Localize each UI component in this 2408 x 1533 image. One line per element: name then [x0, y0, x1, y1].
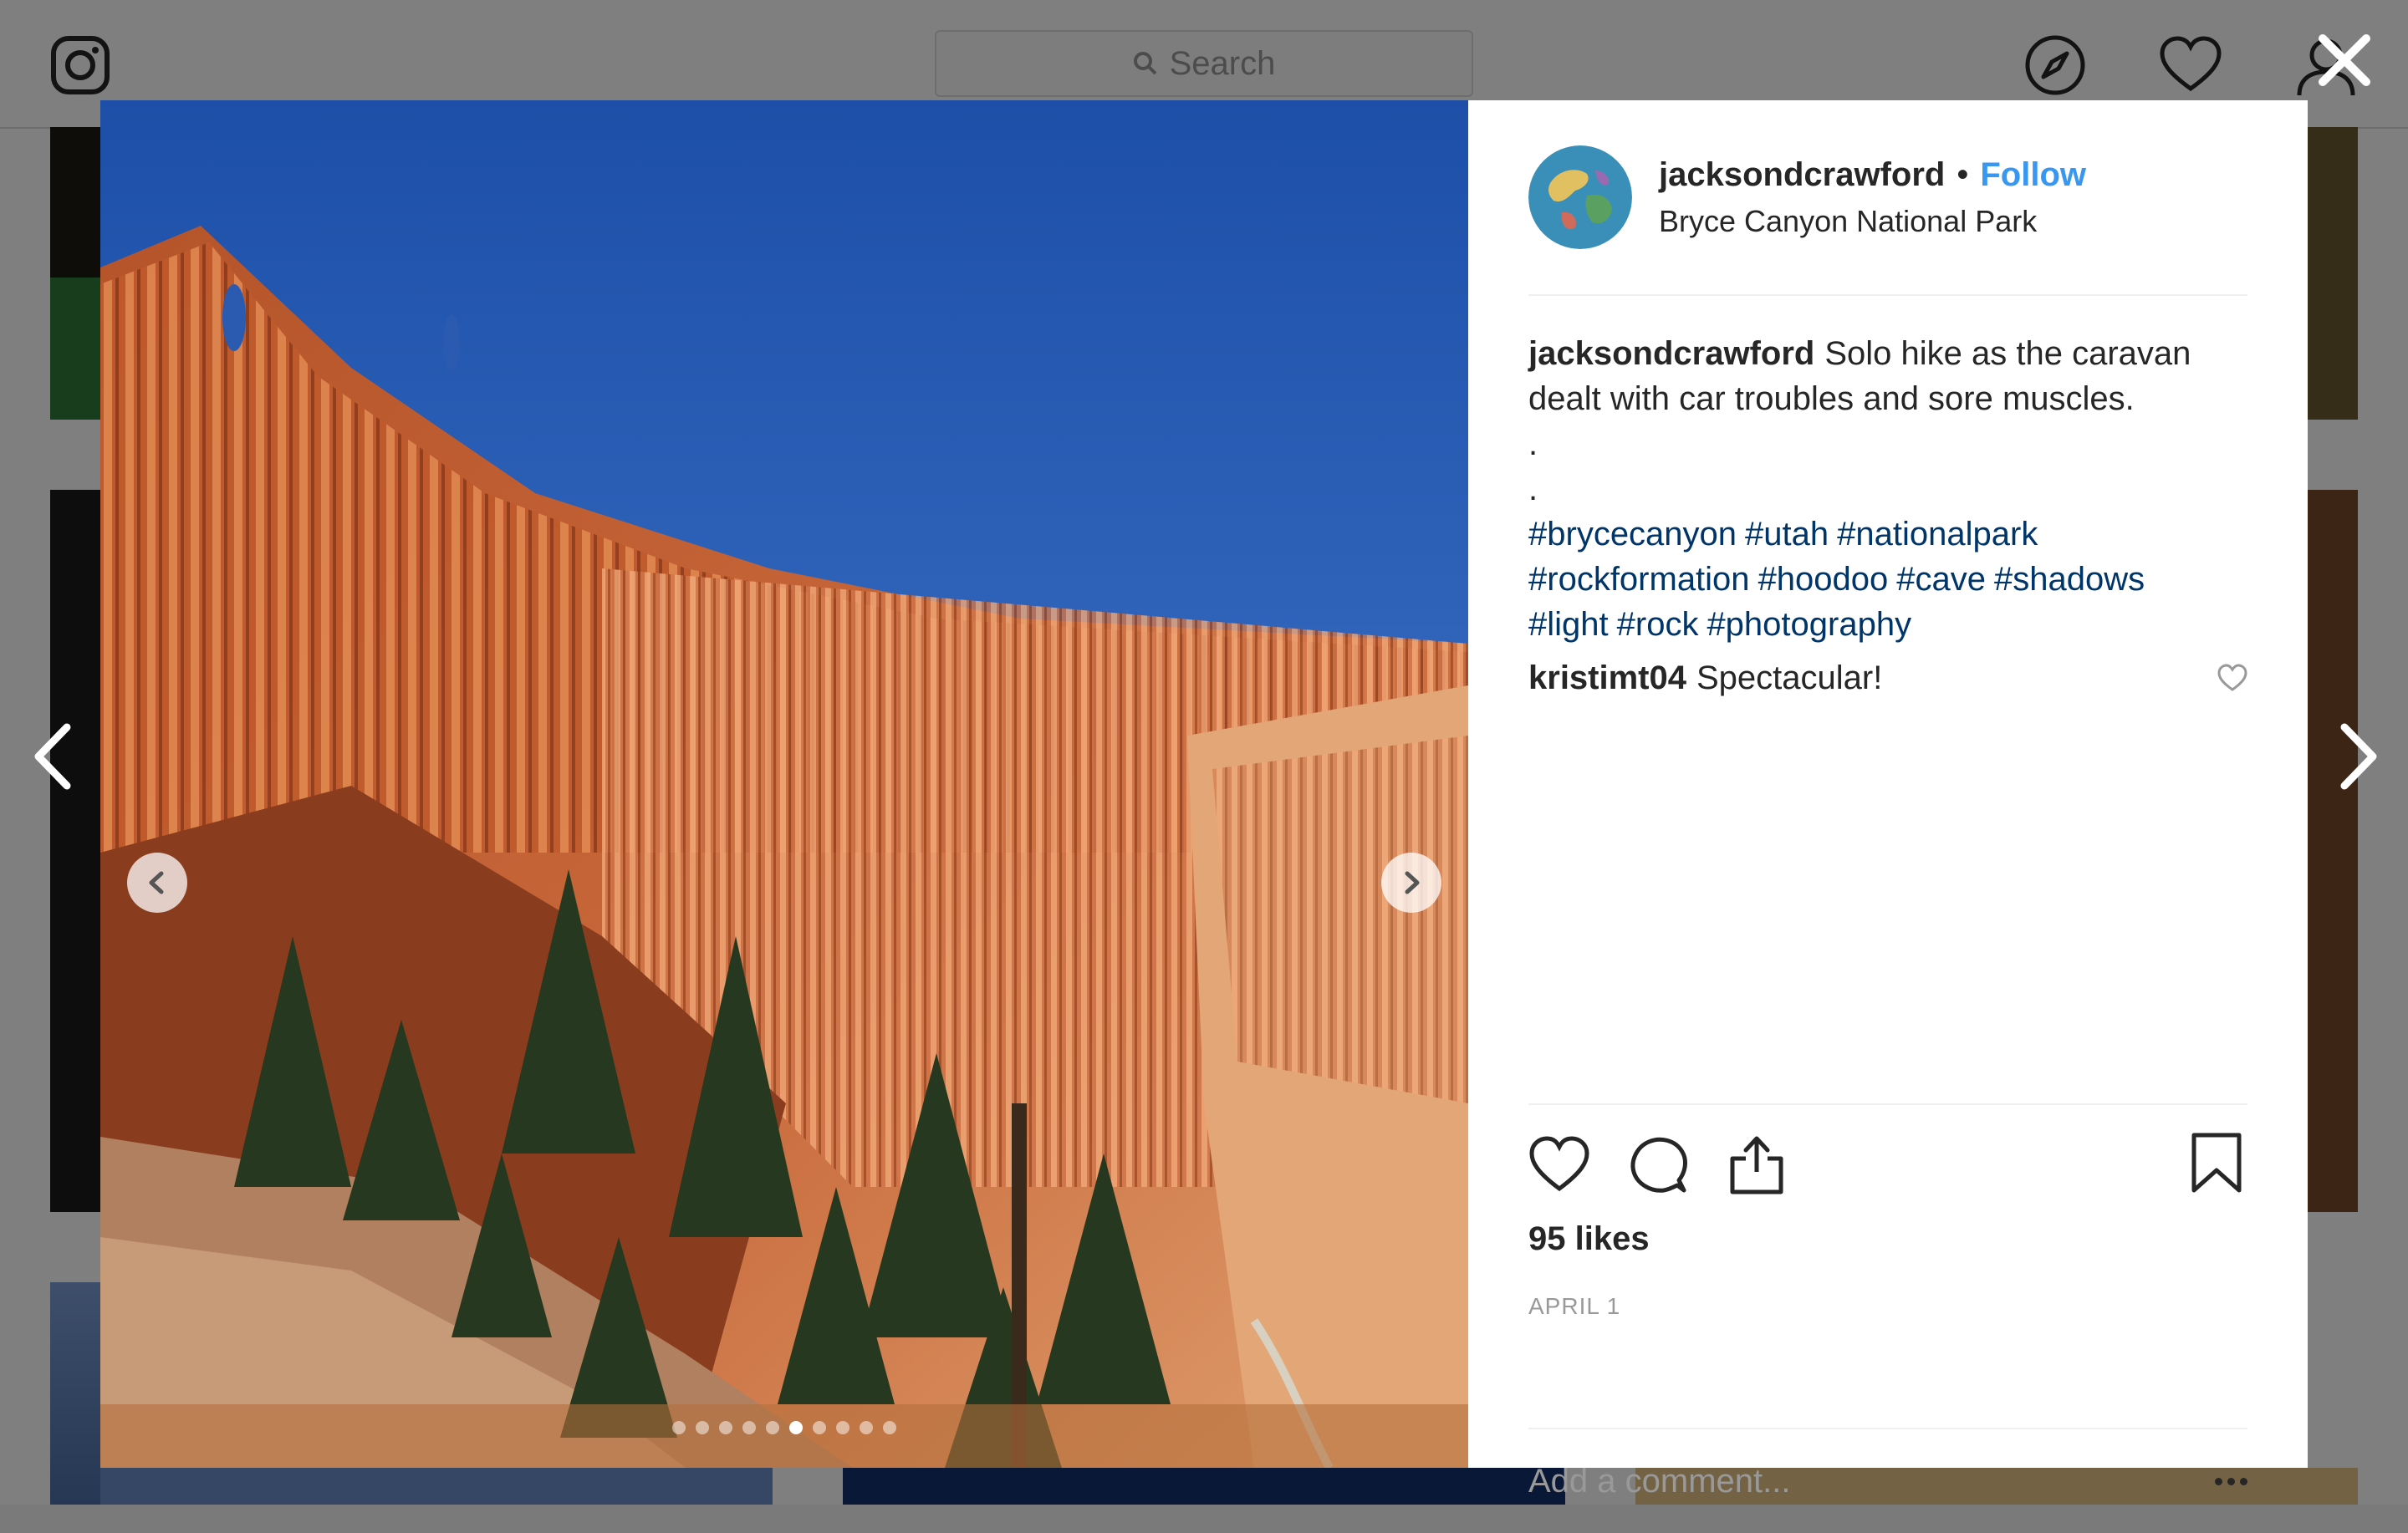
- carousel-dot: [672, 1421, 686, 1434]
- hashtag-link[interactable]: #utah: [1745, 516, 1829, 553]
- follow-button[interactable]: Follow: [1980, 156, 2086, 194]
- close-icon[interactable]: [2314, 30, 2375, 90]
- post-photo[interactable]: [100, 100, 1468, 1468]
- bookmark-icon[interactable]: [2186, 1132, 2247, 1194]
- comment-row: kristimt04 Spectacular!: [1528, 655, 2247, 700]
- comment-text: Spectacular!: [1696, 660, 1883, 696]
- next-post-icon[interactable]: [2333, 719, 2383, 794]
- add-comment-input[interactable]: [1528, 1462, 2030, 1500]
- separator-bullet: •: [1956, 155, 1969, 193]
- carousel-dot: [860, 1421, 873, 1434]
- carousel-prev-button[interactable]: [127, 853, 187, 913]
- comment-like-icon[interactable]: [2217, 664, 2247, 692]
- caption-username[interactable]: jacksondcrawford: [1528, 335, 1814, 372]
- carousel-dot: [766, 1421, 779, 1434]
- likes-count[interactable]: 95 likes: [1528, 1220, 2247, 1258]
- avatar-globe-image: [1528, 145, 1632, 249]
- post-header: jacksondcrawford • Follow Bryce Canyon N…: [1528, 100, 2247, 296]
- post-caption: jacksondcrawford Solo hike as the caravan…: [1528, 296, 2247, 700]
- share-icon[interactable]: [1726, 1133, 1788, 1195]
- carousel-dot: [836, 1421, 849, 1434]
- comment-username[interactable]: kristimt04: [1528, 660, 1686, 696]
- avatar[interactable]: [1528, 145, 1632, 249]
- header-line: jacksondcrawford • Follow: [1659, 156, 2086, 194]
- comment-bubble-icon[interactable]: [1627, 1133, 1689, 1195]
- action-buttons: [1528, 1105, 2247, 1224]
- post-actions: 95 likes APRIL 1: [1528, 1103, 2247, 1320]
- carousel-dot: [742, 1421, 756, 1434]
- carousel-next-button[interactable]: [1381, 853, 1441, 913]
- hashtag-link[interactable]: #rockformation: [1528, 561, 1750, 598]
- hashtag-list: #brycecanyon #utah #nationalpark #rockforma…: [1528, 512, 2247, 647]
- hashtag-link[interactable]: #hoodoo: [1758, 561, 1889, 598]
- previous-post-icon[interactable]: [28, 719, 79, 794]
- canyon-photo: [100, 100, 1468, 1468]
- carousel-dot: [813, 1421, 826, 1434]
- like-heart-icon[interactable]: [1528, 1133, 1590, 1195]
- chevron-right-icon: [1405, 871, 1420, 894]
- hashtag-link[interactable]: #shadows: [1994, 561, 2145, 598]
- more-options-icon[interactable]: [2215, 1477, 2247, 1485]
- carousel-indicator: [100, 1421, 1468, 1434]
- carousel-dot: [789, 1421, 803, 1434]
- caption-dot: .: [1528, 425, 1538, 462]
- post-sidebar: jacksondcrawford • Follow Bryce Canyon N…: [1468, 100, 2308, 1500]
- carousel-dot: [719, 1421, 732, 1434]
- hashtag-link[interactable]: #photography: [1707, 606, 1911, 643]
- post-header-text: jacksondcrawford • Follow Bryce Canyon N…: [1659, 156, 2086, 239]
- carousel-dot: [696, 1421, 709, 1434]
- hashtag-link[interactable]: #nationalpark: [1837, 516, 2038, 553]
- hashtag-link[interactable]: #cave: [1896, 561, 1986, 598]
- hashtag-link[interactable]: #rock: [1617, 606, 1699, 643]
- post-modal: jacksondcrawford • Follow Bryce Canyon N…: [100, 100, 2308, 1500]
- chevron-left-icon: [149, 871, 164, 894]
- add-comment-bar: [1528, 1428, 2247, 1533]
- hashtag-link[interactable]: #brycecanyon: [1528, 516, 1737, 553]
- carousel-dot: [883, 1421, 896, 1434]
- post-username[interactable]: jacksondcrawford: [1659, 156, 1945, 194]
- hashtag-link[interactable]: #light: [1528, 606, 1609, 643]
- post-date: APRIL 1: [1528, 1293, 1621, 1319]
- post-location[interactable]: Bryce Canyon National Park: [1659, 204, 2086, 239]
- caption-dot: .: [1528, 471, 1538, 507]
